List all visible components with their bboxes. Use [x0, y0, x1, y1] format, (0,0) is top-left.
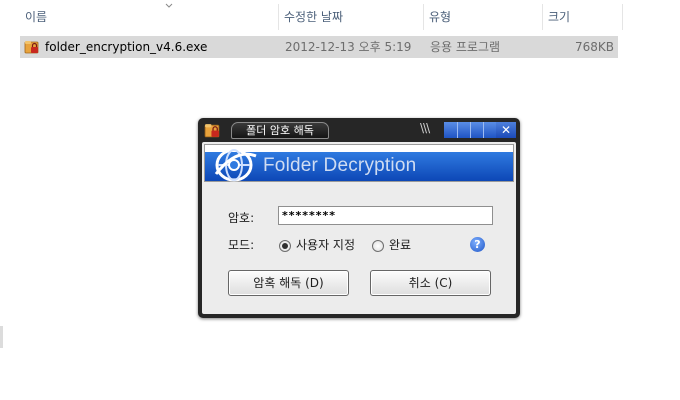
dialog-title: 폴더 암호 해독	[231, 122, 329, 139]
mode-radio-done[interactable]	[372, 240, 384, 252]
mode-label: 모드:	[228, 238, 255, 252]
column-header-size[interactable]: 크기	[543, 0, 622, 34]
banner-frame: Folder Decryption	[204, 144, 514, 182]
file-name: folder_encryption_v4.6.exe	[45, 40, 208, 54]
file-row[interactable]: folder_encryption_v4.6.exe 2012-12-13 오후…	[20, 36, 618, 58]
folder-lock-app-icon	[24, 41, 39, 54]
folder-decryption-dialog: 폴더 암호 해독 \\\ ✕ Folder Decryption 암호: ***…	[198, 118, 520, 318]
scrollbar-fragment[interactable]	[0, 326, 3, 348]
banner-title: Folder Decryption	[263, 155, 417, 176]
file-date: 2012-12-13 오후 5:19	[285, 40, 412, 54]
dialog-body: Folder Decryption 암호: ******** 모드: 사용자 지…	[202, 142, 516, 314]
password-label: 암호:	[228, 211, 255, 225]
mode-radio-custom[interactable]	[279, 240, 291, 252]
decrypt-button[interactable]: 암혹 해독 (D)	[228, 270, 349, 296]
file-size: 768KB	[574, 40, 614, 54]
dialog-titlebar[interactable]: 폴더 암호 해독 \\\ ✕	[198, 118, 520, 142]
password-input[interactable]: ********	[278, 206, 493, 225]
close-button[interactable]: ✕	[496, 122, 516, 138]
title-decoration: \\\	[420, 121, 430, 135]
column-header-date[interactable]: 수정한 날짜	[279, 0, 424, 34]
column-divider[interactable]	[622, 4, 623, 30]
file-type: 응용 프로그램	[430, 40, 501, 54]
globe-key-logo-icon	[214, 148, 257, 182]
column-header-row: 이름 수정한 날짜 유형 크기	[20, 0, 623, 34]
cancel-button[interactable]: 취소 (C)	[370, 270, 491, 296]
mode-radio-custom-label[interactable]: 사용자 지정	[296, 237, 355, 253]
mode-radio-done-label[interactable]: 완료	[389, 237, 411, 253]
help-icon[interactable]: ?	[470, 237, 485, 252]
folder-lock-app-icon	[204, 124, 220, 138]
column-header-name[interactable]: 이름	[20, 0, 278, 34]
banner: Folder Decryption	[205, 148, 513, 182]
titlebar-button-strip	[444, 122, 496, 138]
column-header-type[interactable]: 유형	[424, 0, 543, 34]
